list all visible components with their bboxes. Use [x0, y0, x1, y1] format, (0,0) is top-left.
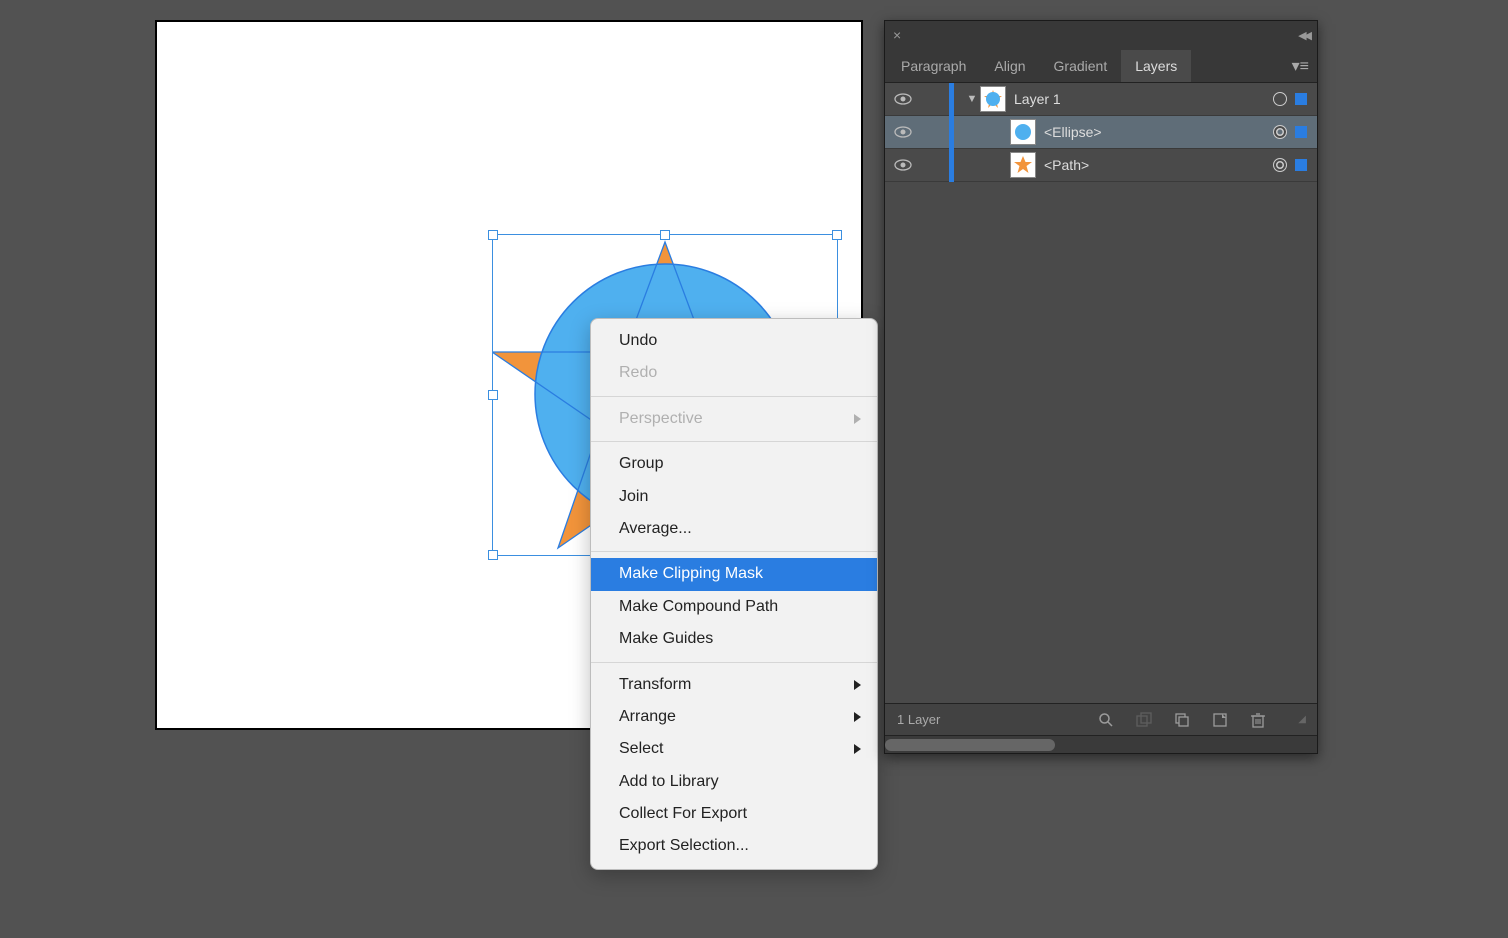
menu-perspective-label: Perspective	[619, 410, 703, 427]
selection-indicator[interactable]	[1295, 126, 1307, 138]
menu-redo: Redo	[591, 357, 877, 389]
panel-footer: 1 Layer ◢	[885, 703, 1317, 735]
visibility-toggle[interactable]	[885, 93, 921, 105]
menu-average[interactable]: Average...	[591, 513, 877, 545]
scrollbar-thumb[interactable]	[885, 739, 1055, 751]
tab-paragraph[interactable]: Paragraph	[887, 50, 980, 82]
selection-indicator[interactable]	[1295, 93, 1307, 105]
menu-join[interactable]: Join	[591, 481, 877, 513]
horizontal-scrollbar[interactable]	[885, 735, 1317, 753]
menu-select-label: Select	[619, 740, 663, 757]
new-sublayer-icon[interactable]	[1174, 712, 1190, 728]
tab-align[interactable]: Align	[980, 50, 1039, 82]
eye-icon	[894, 159, 912, 171]
tab-gradient[interactable]: Gradient	[1040, 50, 1122, 82]
context-menu: Undo Redo Perspective Group Join Average…	[590, 318, 878, 870]
submenu-arrow-icon	[854, 680, 861, 690]
menu-transform[interactable]: Transform	[591, 669, 877, 701]
layer-row-layer1[interactable]: ▼ Layer 1	[885, 83, 1317, 116]
submenu-arrow-icon	[854, 744, 861, 754]
eye-icon	[894, 93, 912, 105]
resize-grip-icon[interactable]: ◢	[1298, 714, 1305, 725]
panel-menu-icon[interactable]: ▾≡	[1292, 56, 1309, 76]
submenu-arrow-icon	[854, 712, 861, 722]
menu-make-clipping-mask[interactable]: Make Clipping Mask	[591, 558, 877, 590]
selection-color-bar	[949, 83, 954, 116]
target-icon[interactable]	[1273, 92, 1287, 106]
panel-titlebar[interactable]: × ◀◀	[885, 21, 1317, 49]
panel-tabs: Paragraph Align Gradient Layers ▾≡	[885, 49, 1317, 83]
menu-make-compound-path[interactable]: Make Compound Path	[591, 591, 877, 623]
close-icon[interactable]: ×	[893, 27, 901, 43]
visibility-toggle[interactable]	[885, 126, 921, 138]
menu-add-to-library[interactable]: Add to Library	[591, 766, 877, 798]
selection-indicator[interactable]	[1295, 159, 1307, 171]
search-icon[interactable]	[1098, 712, 1114, 728]
tab-layers[interactable]: Layers	[1121, 50, 1191, 82]
layers-list: ▼ Layer 1 <Ellipse>	[885, 83, 1317, 703]
visibility-toggle[interactable]	[885, 159, 921, 171]
make-clipping-mask-icon[interactable]	[1136, 712, 1152, 728]
menu-undo[interactable]: Undo	[591, 325, 877, 357]
selection-color-bar	[949, 116, 954, 149]
menu-collect-for-export[interactable]: Collect For Export	[591, 798, 877, 830]
collapse-icon[interactable]: ◀◀	[1298, 29, 1309, 42]
disclosure-triangle[interactable]: ▼	[964, 93, 980, 105]
layers-panel: × ◀◀ Paragraph Align Gradient Layers ▾≡ …	[884, 20, 1318, 754]
menu-separator	[591, 662, 877, 663]
layer-row-path[interactable]: <Path>	[885, 149, 1317, 182]
menu-separator	[591, 551, 877, 552]
menu-separator	[591, 396, 877, 397]
layer-row-ellipse[interactable]: <Ellipse>	[885, 116, 1317, 149]
new-layer-icon[interactable]	[1212, 712, 1228, 728]
layer-name[interactable]: Layer 1	[1014, 91, 1273, 107]
target-icon[interactable]	[1273, 158, 1287, 172]
menu-select[interactable]: Select	[591, 733, 877, 765]
target-icon[interactable]	[1273, 125, 1287, 139]
menu-export-selection[interactable]: Export Selection...	[591, 830, 877, 862]
layer-name[interactable]: <Ellipse>	[1044, 124, 1273, 140]
menu-perspective: Perspective	[591, 403, 877, 435]
menu-make-guides[interactable]: Make Guides	[591, 623, 877, 655]
menu-arrange[interactable]: Arrange	[591, 701, 877, 733]
trash-icon[interactable]	[1250, 712, 1266, 728]
menu-separator	[591, 441, 877, 442]
submenu-arrow-icon	[854, 414, 861, 424]
layer-count: 1 Layer	[897, 712, 940, 727]
layer-thumbnail	[1010, 152, 1036, 178]
menu-arrange-label: Arrange	[619, 708, 676, 725]
layer-name[interactable]: <Path>	[1044, 157, 1273, 173]
selection-color-bar	[949, 149, 954, 182]
menu-transform-label: Transform	[619, 676, 691, 693]
menu-group[interactable]: Group	[591, 448, 877, 480]
layer-thumbnail	[980, 86, 1006, 112]
layer-thumbnail	[1010, 119, 1036, 145]
eye-icon	[894, 126, 912, 138]
